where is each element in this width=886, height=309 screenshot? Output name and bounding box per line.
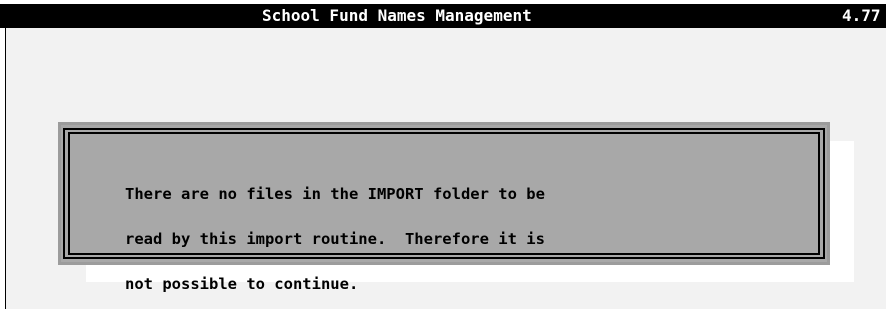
- window-title: School Fund Names Management: [262, 6, 532, 25]
- version-number: 4.77: [842, 6, 881, 25]
- title-bar: School Fund Names Management 4.77: [0, 4, 886, 28]
- message-dialog: There are no files in the IMPORT folder …: [58, 122, 830, 292]
- dialog-message: There are no files in the IMPORT folder …: [125, 157, 545, 309]
- application-screen: School Fund Names Management 4.77 There …: [0, 0, 886, 309]
- message-line-3: not possible to continue.: [125, 275, 359, 293]
- message-line-2: read by this import routine. Therefore i…: [125, 230, 545, 248]
- message-line-1: There are no files in the IMPORT folder …: [125, 185, 545, 203]
